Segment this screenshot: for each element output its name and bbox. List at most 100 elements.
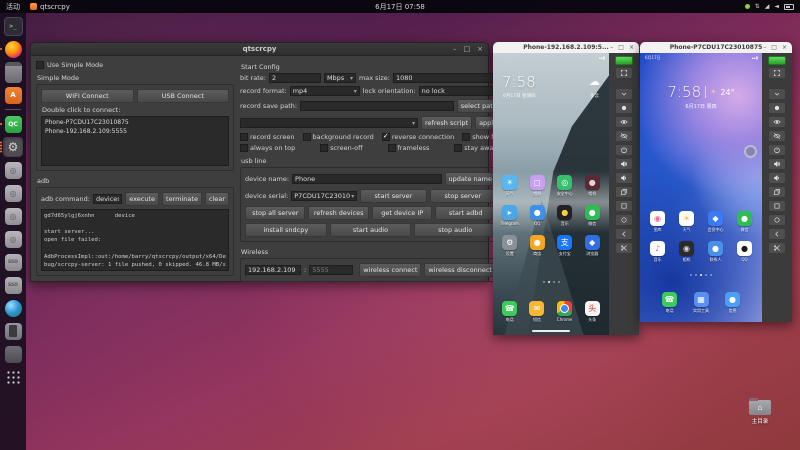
dock-item-disk-2[interactable]: ◎ [3,183,23,203]
qq-browser-app-icon[interactable]: ● [529,205,545,220]
maximize-button[interactable]: □ [464,45,471,53]
app-store-app-icon[interactable]: ● [529,235,545,250]
phone2-titlebar[interactable]: Phone-P7CDU17C23010875 – □ × [640,42,792,53]
execute-button[interactable]: execute [125,192,160,206]
dock-item-phone-device[interactable] [3,321,23,341]
phone2-minimize-button[interactable]: – [763,44,766,51]
focused-app-menu[interactable]: qtscrcpy [30,3,70,11]
dock-item-disk-4[interactable]: ◎ [3,229,23,249]
chrome-app-icon[interactable] [557,301,573,316]
checkbox-box[interactable] [387,144,396,152]
app-switch-button[interactable] [615,186,633,198]
app-weather[interactable]: ☀ 天气 [496,175,524,197]
app-wechat[interactable]: ● 微信 [730,211,759,233]
app-qq[interactable]: ● 音乐 [551,205,579,227]
checkbox-box[interactable] [320,144,329,152]
phone1-maximize-button[interactable]: □ [618,44,624,51]
group-control-button[interactable] [615,56,633,65]
checkbox-record-screen[interactable]: record screen [240,133,294,141]
home-folder-shortcut[interactable]: ⌂ 主目录 [742,398,778,425]
app-qq-browser[interactable]: ● QQ [524,205,552,227]
app-messages[interactable]: ✉ 短信 [529,301,545,323]
messaging-app-icon[interactable]: ● [725,292,740,307]
power-button[interactable] [768,144,786,156]
clock[interactable]: 6月17日 07:58 [375,2,425,12]
adb-command-input[interactable] [92,194,123,204]
utilities-folder-app-icon[interactable]: ▦ [693,292,709,307]
messages-app-icon[interactable]: ✉ [529,301,545,316]
app-qq[interactable]: ● QQ [730,241,759,263]
screen-off-button[interactable] [615,130,633,142]
menu-button[interactable] [768,200,786,212]
screenshot-button[interactable] [768,242,786,254]
app-phone[interactable]: ☎ 电话 [502,301,518,323]
fullscreen-button[interactable] [768,67,786,79]
bit-rate-input[interactable] [268,73,321,83]
screen-on-button[interactable] [768,116,786,128]
screenshot-button[interactable] [615,242,633,254]
settings-app-icon[interactable]: ⚙ [502,235,518,250]
volume-down-button[interactable] [615,172,633,184]
expand-notify-button[interactable] [768,88,786,100]
checkbox-background-record[interactable]: background record [302,133,374,141]
app-messaging[interactable]: ● 信息 [725,292,740,314]
dock-item-ssd-1[interactable]: SSD [3,252,23,272]
wireless-connect-button[interactable]: wireless connect [359,263,422,277]
app-settings[interactable]: ⚙ 设置 [496,235,524,257]
device-serial-select[interactable]: P7CDU17C23010 [291,191,358,201]
start-server-button[interactable]: start server [360,189,427,203]
refresh-script-button[interactable]: refresh script [421,116,473,130]
usb-connect-button[interactable]: USB Connect [136,89,229,103]
dock-item-disk-3[interactable]: ◎ [3,206,23,226]
telegram-app-icon[interactable]: ▸ [502,205,518,220]
menu-button[interactable] [615,200,633,212]
checkbox-screen-off[interactable]: screen-off [320,144,363,152]
fullscreen-button[interactable] [615,67,633,79]
app-music[interactable]: ♪ 音乐 [643,241,672,263]
terminate-button[interactable]: terminate [162,192,202,206]
gallery-app-icon[interactable]: ◻ [529,175,545,190]
dock-item-show-apps[interactable] [3,367,23,387]
checkbox-box[interactable] [240,144,248,152]
checkbox-box[interactable] [454,144,463,152]
phone1-screen[interactable]: ▴▴▮ 7:58 6月17日 星期四 ☁ 多云 ☀ 天气 ◻ 相册 ◎ 安全中心 ● 相机 ▸ T… [493,53,609,335]
screen-on-button[interactable] [615,116,633,128]
stop-server-button[interactable]: stop server [429,189,496,203]
app-telegram[interactable]: ▸ Telegram [496,205,524,227]
app-camera[interactable]: ● 相机 [579,175,607,197]
activities-button[interactable]: 活动 [6,2,20,12]
member-center-app-icon[interactable]: ◆ [708,211,723,226]
checkbox-box[interactable] [240,133,248,141]
camera-app-icon[interactable]: ● [584,175,600,190]
wireless-disconnect-button[interactable]: wireless disconnect [424,263,496,277]
wechat-app-icon[interactable]: ● [584,205,600,220]
adb-output-console[interactable]: gd7d65ylgj6xnhn device start server... o… [41,209,229,271]
install-sndcpy-button[interactable]: install sndcpy [245,223,327,237]
device-list-item[interactable]: Phone-P7CDU17C23010875 [43,118,227,127]
checkbox-box[interactable] [462,133,471,141]
music-app-icon[interactable]: ♪ [650,241,665,256]
phone2-close-button[interactable]: × [782,44,787,51]
stop-all-server-button[interactable]: stop all server [245,206,306,220]
phone1-close-button[interactable]: × [629,44,634,51]
security-app-icon[interactable]: ◎ [557,175,573,190]
clear-button[interactable]: clear [204,192,229,206]
checkbox-box[interactable] [302,133,311,141]
browser-blue-app-icon[interactable]: ◆ [584,235,600,250]
close-button[interactable]: × [477,45,483,53]
app-member-center[interactable]: ◆ 会员中心 [701,211,730,233]
weather-app-icon[interactable]: ☀ [502,175,518,190]
screen-off-button[interactable] [768,130,786,142]
dock-item-drive[interactable] [3,344,23,364]
app-gallery[interactable]: ◻ 相册 [524,175,552,197]
system-tray[interactable]: ⇅ ◢ ◄ [744,3,794,10]
alipay-app-icon[interactable]: 支 [557,235,573,250]
gallery-app-icon[interactable]: ◉ [650,211,665,226]
wifi-connect-button[interactable]: WIFI Connect [41,89,134,103]
phone1-titlebar[interactable]: Phone-192.168.2.109:5... – □ × [493,42,639,53]
back-button[interactable] [768,228,786,240]
dock-item-ssd-2[interactable]: SSD [3,275,23,295]
app-alipay[interactable]: 支支付宝 [551,235,579,257]
power-button[interactable] [615,144,633,156]
dock-item-software[interactable]: A [3,85,23,105]
